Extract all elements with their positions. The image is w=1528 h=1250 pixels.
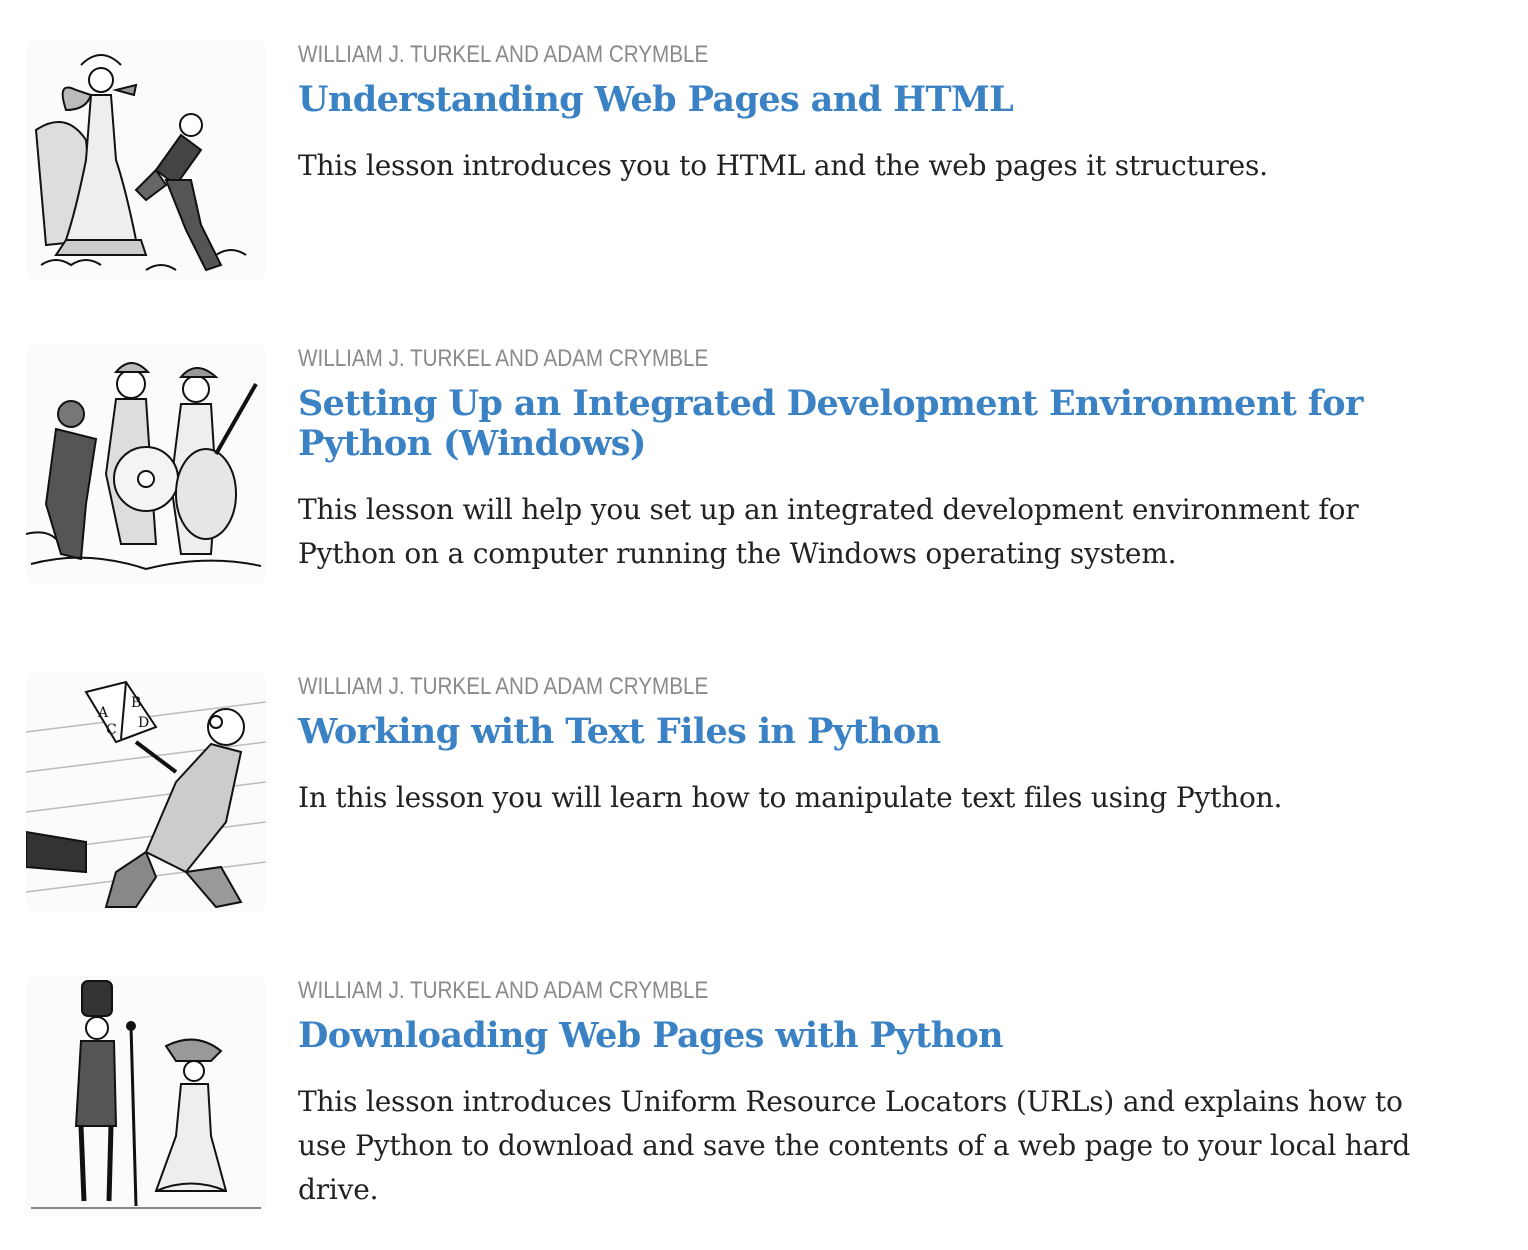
lesson-title-link[interactable]: Working with Text Files in Python <box>298 712 1438 752</box>
lesson-abstract: This lesson will help you set up an inte… <box>298 493 1359 570</box>
lesson-abstract: This lesson introduces you to HTML and t… <box>298 149 1268 182</box>
lesson-author: WILLIAM J. TURKEL AND ADAM CRYMBLE <box>298 977 709 1004</box>
lesson-thumbnail[interactable] <box>26 976 266 1216</box>
lesson-text: WILLIAM J. TURKEL AND ADAM CRYMBLE Worki… <box>298 672 1438 820</box>
lesson-title-link[interactable]: Setting Up an Integrated Development Env… <box>298 384 1438 464</box>
lesson-text: WILLIAM J. TURKEL AND ADAM CRYMBLE Under… <box>298 40 1438 188</box>
lesson-author: WILLIAM J. TURKEL AND ADAM CRYMBLE <box>298 345 709 372</box>
lesson-abstract: This lesson introduces Uniform Resource … <box>298 1085 1411 1206</box>
svg-text:C: C <box>106 722 117 738</box>
svg-text:D: D <box>138 715 149 731</box>
svg-text:A: A <box>97 705 109 721</box>
lesson-abstract: In this lesson you will learn how to man… <box>298 781 1283 814</box>
lesson-thumbnail[interactable] <box>26 40 266 280</box>
engraving-man-reading-book-icon: A B C D <box>26 680 266 909</box>
lesson-thumbnail[interactable]: A B C D <box>26 672 266 912</box>
svg-text:B: B <box>131 695 141 711</box>
lesson-text: WILLIAM J. TURKEL AND ADAM CRYMBLE Downl… <box>298 976 1438 1212</box>
lesson-author: WILLIAM J. TURKEL AND ADAM CRYMBLE <box>298 41 709 68</box>
lesson-author: WILLIAM J. TURKEL AND ADAM CRYMBLE <box>298 673 709 700</box>
engraving-street-musicians-icon <box>26 362 262 571</box>
lesson-title-link[interactable]: Downloading Web Pages with Python <box>298 1016 1438 1056</box>
lesson-thumbnail[interactable] <box>26 344 266 584</box>
lesson-text: WILLIAM J. TURKEL AND ADAM CRYMBLE Setti… <box>298 344 1438 576</box>
engraving-lady-with-fan-icon <box>34 54 247 272</box>
lesson-title-link[interactable]: Understanding Web Pages and HTML <box>298 80 1438 120</box>
engraving-soldier-and-lady-icon <box>31 980 261 1209</box>
